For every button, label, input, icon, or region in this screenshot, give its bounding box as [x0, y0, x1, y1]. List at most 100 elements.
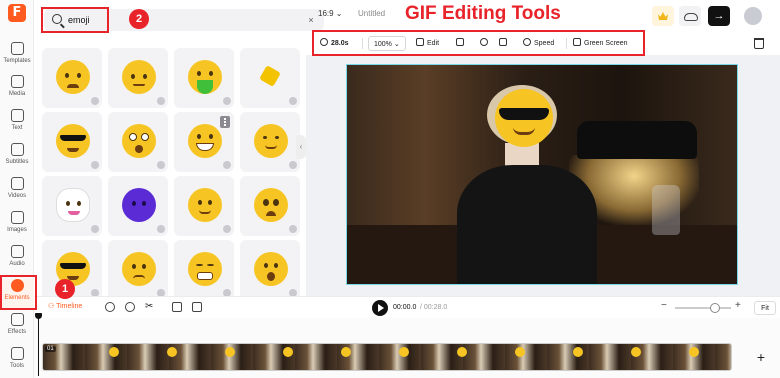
party-emoji-icon — [259, 65, 281, 87]
emoji-thumb-icon — [341, 347, 351, 357]
video-preview[interactable] — [346, 64, 738, 285]
emoji-thumb-icon — [631, 347, 641, 357]
add-icon[interactable] — [105, 302, 115, 312]
emoji-tile-sunglasses[interactable] — [42, 112, 102, 172]
effects-icon — [10, 313, 24, 326]
pro-badge-icon — [223, 97, 231, 105]
audio-icon — [10, 245, 24, 258]
editor-app: F Templates Media Text Subtitles Videos … — [0, 0, 780, 378]
sunglasses-emoji-overlay[interactable] — [495, 89, 553, 147]
crown-icon[interactable] — [652, 6, 674, 26]
shocked-emoji-icon — [122, 124, 156, 158]
rail-item-templates[interactable]: Templates — [0, 42, 34, 72]
annotation-step-2: 2 — [129, 9, 149, 29]
delete-icon[interactable] — [192, 302, 202, 312]
subtitles-icon — [10, 143, 24, 156]
more-options-icon[interactable] — [220, 116, 230, 128]
emoji-thumb-icon — [399, 347, 409, 357]
emoji-tile-tired[interactable] — [174, 240, 234, 300]
sad-emoji-icon — [56, 60, 90, 94]
rail-item-tools[interactable]: Tools — [0, 347, 34, 377]
emoji-tile-sticker[interactable] — [42, 176, 102, 236]
rail-item-media[interactable]: Media — [0, 75, 34, 105]
text-icon — [10, 109, 24, 122]
pro-badge-icon — [157, 225, 165, 233]
emoji-tile-angry[interactable] — [108, 48, 168, 108]
annotation-box-search — [41, 7, 109, 33]
emoji-thumb-icon — [109, 347, 119, 357]
rail-item-subtitles[interactable]: Subtitles — [0, 143, 34, 173]
timeline-tab[interactable]: ⚇ Timeline — [48, 302, 82, 310]
rail-item-label: Media — [8, 91, 26, 97]
emoji-tile-slight-smile[interactable] — [174, 176, 234, 236]
templates-icon — [10, 42, 24, 55]
emoji-thumb-icon — [689, 347, 699, 357]
emoji-tile-sad[interactable] — [42, 48, 102, 108]
decanter — [652, 185, 680, 235]
images-icon — [10, 211, 24, 224]
collapse-panel-handle[interactable]: ‹ — [296, 135, 306, 159]
emoji-tile-purple[interactable] — [108, 176, 168, 236]
aspect-ratio-select[interactable]: 16:9 ⌄ — [318, 9, 343, 18]
playhead[interactable] — [38, 313, 39, 376]
pro-badge-icon — [223, 225, 231, 233]
split-icon[interactable] — [125, 302, 135, 312]
annotation-step-1: 1 — [55, 279, 75, 299]
rail-item-label: Videos — [7, 193, 27, 199]
rail-item-audio[interactable]: Audio — [0, 245, 34, 275]
emoji-tile-shocked[interactable] — [108, 112, 168, 172]
rail-item-label: Subtitles — [5, 159, 29, 165]
rail-item-label: Audio — [9, 261, 25, 267]
emoji-thumb-icon — [225, 347, 235, 357]
emoji-tile-frown[interactable] — [108, 240, 168, 300]
emoji-thumb-icon — [515, 347, 525, 357]
emoji-tile-smile[interactable] — [240, 112, 300, 172]
fit-button[interactable]: Fit — [754, 301, 776, 315]
pro-badge-icon — [91, 225, 99, 233]
timeline-controls: ⚇ Timeline ✂ 00:00.0 / 00:28.0 − + Fit — [34, 296, 780, 318]
video-clip-track[interactable]: 01 — [42, 343, 732, 371]
export-button[interactable]: → — [708, 6, 730, 26]
emoji-tile-surprised[interactable] — [240, 240, 300, 300]
app-logo[interactable]: F — [8, 4, 26, 22]
zoom-slider-track[interactable] — [675, 307, 731, 309]
pro-badge-icon — [223, 161, 231, 169]
duplicate-icon[interactable] — [172, 302, 182, 312]
smile-emoji-icon — [254, 124, 288, 158]
zoom-slider-thumb[interactable] — [710, 303, 721, 313]
scissors-icon[interactable]: ✂ — [145, 302, 155, 312]
videos-icon — [10, 177, 24, 190]
top-header: 16:9 ⌄ Untitled GIF Editing Tools → — [306, 0, 780, 32]
emoji-thumb-icon — [457, 347, 467, 357]
rail-item-label: Templates — [3, 58, 31, 64]
project-title[interactable]: Untitled — [358, 9, 385, 18]
rail-item-effects[interactable]: Effects — [0, 313, 34, 343]
add-track-button[interactable]: + — [750, 346, 772, 368]
rail-item-videos[interactable]: Videos — [0, 177, 34, 207]
angry-emoji-icon — [122, 60, 156, 94]
worried-emoji-icon — [254, 188, 288, 222]
annotation-title: GIF Editing Tools — [405, 3, 561, 24]
sunglasses-icon — [499, 108, 549, 120]
zoom-in-icon[interactable]: + — [735, 300, 741, 311]
emoji-tile-sick[interactable] — [174, 48, 234, 108]
trash-icon[interactable] — [754, 38, 764, 49]
rail-item-images[interactable]: Images — [0, 211, 34, 241]
rail-item-label: Tools — [9, 363, 24, 369]
pro-badge-icon — [289, 225, 297, 233]
sick-emoji-icon — [188, 60, 222, 94]
rail-item-text[interactable]: Text — [0, 109, 34, 139]
frown-emoji-icon — [122, 252, 156, 286]
elements-panel: × — [34, 0, 324, 300]
left-rail: F Templates Media Text Subtitles Videos … — [0, 0, 34, 378]
emoji-tile-worried[interactable] — [240, 176, 300, 236]
surprised-emoji-icon — [254, 252, 288, 286]
play-button[interactable] — [372, 300, 388, 316]
zoom-out-icon[interactable]: − — [661, 300, 667, 311]
emoji-tile-party[interactable] — [240, 48, 300, 108]
avatar[interactable] — [744, 7, 762, 25]
timeline-tab-label: Timeline — [56, 303, 83, 310]
cloud-save-icon[interactable] — [679, 6, 701, 26]
aspect-ratio-label: 16:9 — [318, 9, 334, 18]
emoji-tile-grin[interactable] — [174, 112, 234, 172]
